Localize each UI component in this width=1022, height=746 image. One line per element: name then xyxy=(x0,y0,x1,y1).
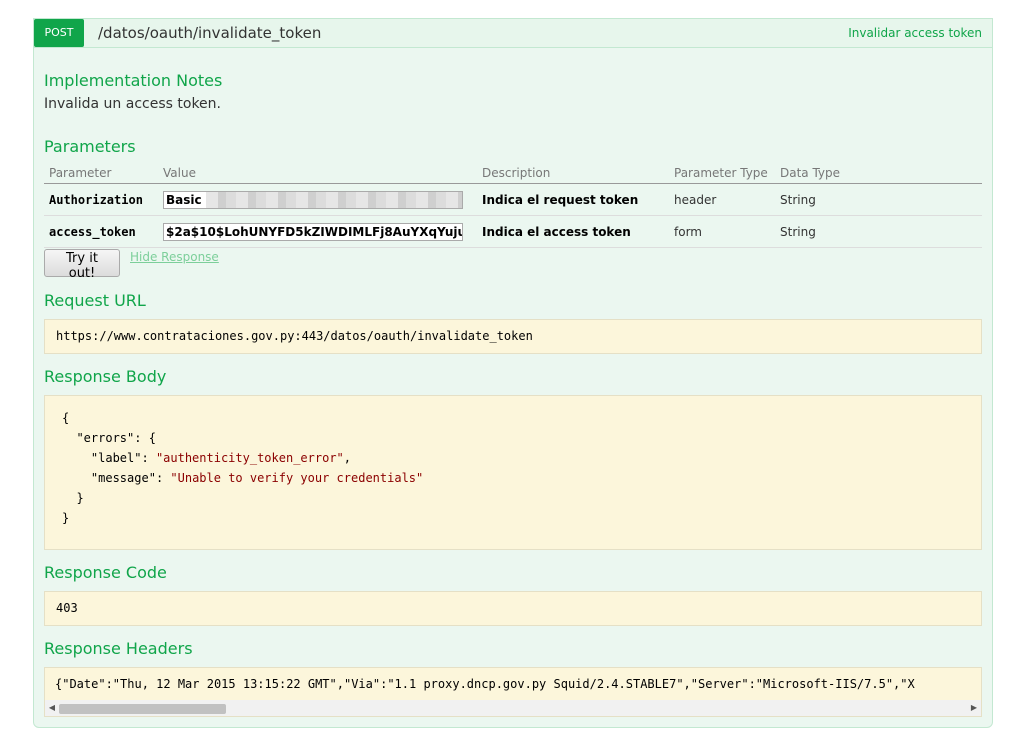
request-url-heading: Request URL xyxy=(44,291,146,310)
parameter-row-authorization: Authorization Basic Indica el request to… xyxy=(44,183,982,216)
request-url-block: https://www.contrataciones.gov.py:443/da… xyxy=(44,319,982,354)
triangle-right-icon[interactable]: ▶ xyxy=(967,700,981,716)
json-brace: } xyxy=(62,511,70,525)
response-code-value: 403 xyxy=(56,601,78,615)
authorization-input[interactable]: Basic xyxy=(163,190,463,209)
response-body-heading: Response Body xyxy=(44,367,167,386)
json-brace: } xyxy=(76,491,84,505)
operation-summary[interactable]: Invalidar access token xyxy=(848,19,982,47)
parameters-heading: Parameters xyxy=(44,137,136,156)
parameter-data-type: String xyxy=(775,183,982,216)
parameter-description: Indica el access token xyxy=(477,215,669,248)
parameters-table: Parameter Value Description Parameter Ty… xyxy=(44,163,982,248)
horizontal-scrollbar[interactable]: ◀ ▶ xyxy=(45,700,981,716)
response-headers-heading: Response Headers xyxy=(44,639,193,658)
endpoint-path[interactable]: /datos/oauth/invalidate_token xyxy=(98,19,321,47)
http-method-badge[interactable]: POST xyxy=(34,19,84,47)
hide-response-link[interactable]: Hide Response xyxy=(130,250,219,264)
operation-panel: POST /datos/oauth/invalidate_token Inval… xyxy=(33,18,993,728)
parameter-name: access_token xyxy=(44,215,158,248)
access-token-input[interactable]: $2a$10$LohUNYFD5kZIWDIMLFj8AuYXqYujul9X xyxy=(163,222,463,241)
parameter-data-type: String xyxy=(775,215,982,248)
try-it-out-button[interactable]: Try it out! xyxy=(44,249,120,281)
json-key-message: "message" xyxy=(90,471,156,485)
access-token-input-value: $2a$10$LohUNYFD5kZIWDIMLFj8AuYXqYujul9X xyxy=(166,224,463,239)
column-header-parameter-type: Parameter Type xyxy=(669,163,775,184)
parameter-row-access-token: access_token $2a$10$LohUNYFD5kZIWDIMLFj8… xyxy=(44,215,982,248)
column-header-description: Description xyxy=(477,163,669,184)
parameters-header-row: Parameter Value Description Parameter Ty… xyxy=(44,163,982,184)
response-code-block: 403 xyxy=(44,591,982,626)
json-value-label: "authenticity_token_error" xyxy=(155,451,344,465)
json-brace: { xyxy=(62,411,70,425)
json-key-errors: "errors" xyxy=(76,431,135,445)
parameter-value-cell: $2a$10$LohUNYFD5kZIWDIMLFj8AuYXqYujul9X xyxy=(158,215,477,248)
response-body-json: { "errors": { "label": "authenticity_tok… xyxy=(62,411,424,525)
parameter-value-cell: Basic xyxy=(158,183,477,216)
response-headers-block: {"Date":"Thu, 12 Mar 2015 13:15:22 GMT",… xyxy=(44,667,982,717)
response-code-heading: Response Code xyxy=(44,563,167,582)
parameter-type: header xyxy=(669,183,775,216)
redacted-value xyxy=(205,191,462,208)
column-header-parameter: Parameter xyxy=(44,163,158,184)
triangle-left-icon[interactable]: ◀ xyxy=(45,700,59,716)
response-body-block: { "errors": { "label": "authenticity_tok… xyxy=(44,395,982,550)
parameter-name: Authorization xyxy=(44,183,158,216)
implementation-notes-heading: Implementation Notes xyxy=(44,71,223,90)
column-header-value: Value xyxy=(158,163,477,184)
response-headers-value: {"Date":"Thu, 12 Mar 2015 13:15:22 GMT",… xyxy=(55,677,915,691)
parameter-description: Indica el request token xyxy=(477,183,669,216)
json-key-label: "label" xyxy=(90,451,142,465)
json-punct: : { xyxy=(134,431,156,445)
operation-header[interactable]: POST /datos/oauth/invalidate_token Inval… xyxy=(34,19,992,48)
parameter-type: form xyxy=(669,215,775,248)
authorization-input-value: Basic xyxy=(166,192,202,207)
json-value-message: "Unable to verify your credentials" xyxy=(170,471,424,485)
column-header-data-type: Data Type xyxy=(775,163,982,184)
implementation-notes-text: Invalida un access token. xyxy=(44,96,221,112)
request-url-value: https://www.contrataciones.gov.py:443/da… xyxy=(56,329,533,343)
scrollbar-thumb[interactable] xyxy=(59,704,226,714)
